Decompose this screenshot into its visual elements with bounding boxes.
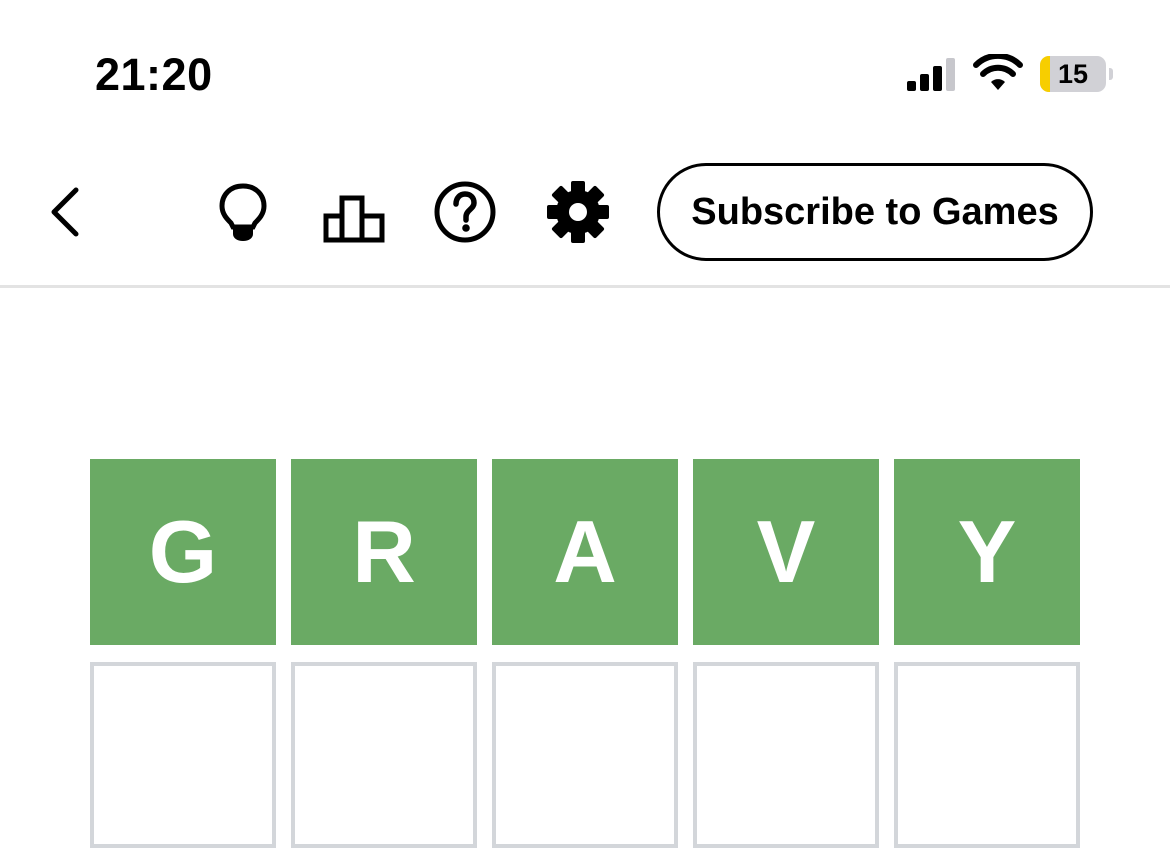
tile-correct: R <box>291 459 477 645</box>
battery-icon: 15 <box>1040 56 1106 92</box>
status-icons: 15 <box>900 52 1130 96</box>
status-time: 21:20 <box>95 49 213 100</box>
bar-chart-icon <box>323 195 385 243</box>
tile-empty <box>894 662 1080 848</box>
tile-empty <box>492 662 678 848</box>
tile-correct: V <box>693 459 879 645</box>
tile-correct: G <box>90 459 276 645</box>
settings-button[interactable] <box>546 180 610 244</box>
tile-empty <box>693 662 879 848</box>
back-button[interactable] <box>40 182 90 242</box>
hint-button[interactable] <box>211 180 275 244</box>
header-divider <box>0 285 1170 288</box>
help-button[interactable] <box>433 180 497 244</box>
tile-correct: A <box>492 459 678 645</box>
lightbulb-icon <box>219 183 267 241</box>
board-row-2 <box>90 662 1080 848</box>
gear-icon <box>547 181 609 243</box>
tile-correct: Y <box>894 459 1080 645</box>
wordle-screen: 21:20 15 Subscribe to Games G R A V Y <box>0 0 1170 851</box>
signal-icon <box>907 58 955 91</box>
wifi-icon <box>973 54 1023 90</box>
subscribe-button[interactable]: Subscribe to Games <box>657 163 1093 261</box>
battery-cap <box>1109 68 1113 80</box>
tile-empty <box>291 662 477 848</box>
chevron-left-icon <box>51 187 79 237</box>
stats-button[interactable] <box>322 180 386 244</box>
tile-empty <box>90 662 276 848</box>
help-icon <box>434 181 496 243</box>
game-board: G R A V Y <box>90 459 1080 851</box>
battery-level: 15 <box>1057 59 1089 89</box>
board-row-1: G R A V Y <box>90 459 1080 645</box>
toolbar: Subscribe to Games <box>0 160 1170 265</box>
